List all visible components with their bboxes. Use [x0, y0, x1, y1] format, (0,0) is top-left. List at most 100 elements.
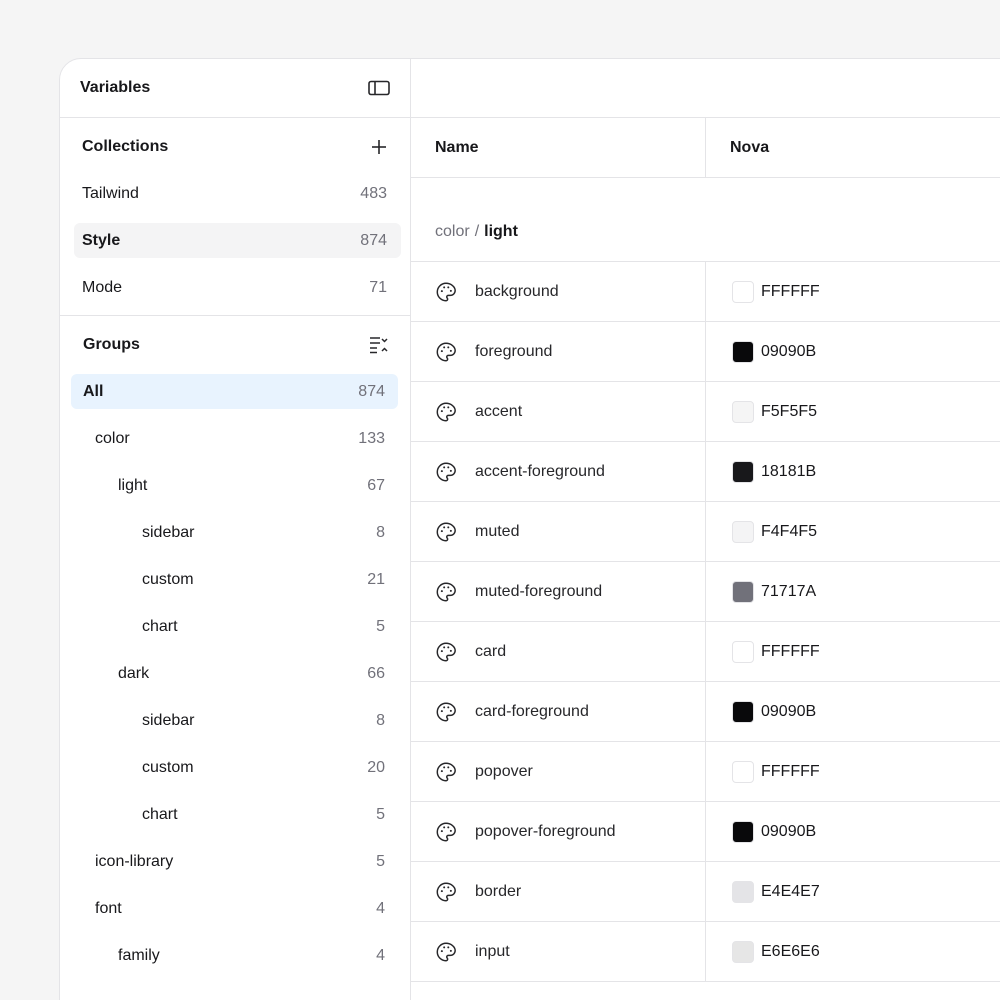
variable-name-cell[interactable]: muted	[411, 502, 706, 561]
group-label: sidebar	[142, 523, 195, 541]
group-label: chart	[142, 805, 178, 823]
color-swatch[interactable]	[732, 520, 754, 543]
variable-row[interactable]: muted-foreground 71717A	[411, 562, 1000, 622]
variable-value-cell[interactable]: 71717A	[706, 562, 816, 621]
collection-item[interactable]: Style 874	[74, 223, 401, 258]
group-label: color	[95, 429, 130, 447]
variable-value-cell[interactable]: E4E4E7	[706, 862, 820, 921]
variable-row[interactable]: input E6E6E6	[411, 922, 1000, 982]
sidebar-toggle-icon[interactable]	[367, 76, 391, 100]
color-swatch[interactable]	[732, 640, 754, 663]
variable-name-cell[interactable]: muted-foreground	[411, 562, 706, 621]
color-swatch[interactable]	[732, 460, 754, 483]
column-header-mode[interactable]: Nova	[706, 118, 769, 177]
color-swatch[interactable]	[732, 880, 754, 903]
color-swatch[interactable]	[732, 760, 754, 783]
color-swatch[interactable]	[732, 940, 754, 963]
variable-row[interactable]: muted F4F4F5	[411, 502, 1000, 562]
variable-name-cell[interactable]: border	[411, 862, 706, 921]
variable-row[interactable]: card-foreground 09090B	[411, 682, 1000, 742]
variable-row[interactable]: background FFFFFF	[411, 262, 1000, 322]
group-label: icon-library	[95, 852, 174, 870]
group-path-separator: /	[474, 223, 480, 240]
variable-name-cell[interactable]: popover	[411, 742, 706, 801]
variable-name-cell[interactable]: background	[411, 262, 706, 321]
variable-value-cell[interactable]: FFFFFF	[706, 622, 820, 681]
palette-icon	[435, 461, 475, 483]
group-item[interactable]: sidebar 8	[71, 703, 398, 738]
variable-value-cell[interactable]: 09090B	[706, 322, 816, 381]
plus-icon[interactable]	[367, 135, 391, 159]
variable-row[interactable]: popover-foreground 09090B	[411, 802, 1000, 862]
color-swatch[interactable]	[732, 700, 754, 723]
group-label: custom	[142, 758, 194, 776]
variable-name: muted	[475, 522, 520, 540]
variable-value-cell[interactable]: 09090B	[706, 682, 816, 741]
variable-row[interactable]: accent-foreground 18181B	[411, 442, 1000, 502]
variable-value-cell[interactable]: F5F5F5	[706, 382, 817, 441]
variable-value: 18181B	[761, 462, 817, 480]
variable-row[interactable]: popover FFFFFF	[411, 742, 1000, 802]
variable-value-cell[interactable]: 18181B	[706, 442, 816, 501]
variable-row[interactable]: card FFFFFF	[411, 622, 1000, 682]
color-swatch[interactable]	[732, 820, 754, 843]
variable-name-cell[interactable]: popover-foreground	[411, 802, 706, 861]
variable-name-cell[interactable]: input	[411, 922, 706, 981]
group-item[interactable]: sidebar 8	[71, 515, 398, 550]
group-item[interactable]: dark 66	[71, 656, 398, 691]
color-swatch[interactable]	[732, 340, 754, 363]
group-path-parent: color	[435, 223, 470, 240]
variable-name-cell[interactable]: foreground	[411, 322, 706, 381]
collection-label: Style	[82, 231, 121, 249]
variable-row[interactable]: accent F5F5F5	[411, 382, 1000, 442]
palette-icon	[435, 281, 475, 303]
group-item[interactable]: chart 5	[71, 797, 398, 832]
variable-value: F4F4F5	[761, 522, 818, 540]
variable-value-cell[interactable]: F4F4F5	[706, 502, 817, 561]
variable-name-cell[interactable]: card-foreground	[411, 682, 706, 741]
variable-name-cell[interactable]: card	[411, 622, 706, 681]
variable-value-cell[interactable]: FFFFFF	[706, 742, 820, 801]
group-item[interactable]: custom 20	[71, 750, 398, 785]
collection-item[interactable]: Mode 71	[74, 270, 401, 305]
group-count: 4	[376, 899, 385, 917]
collapse-list-icon[interactable]	[367, 333, 391, 357]
variables-window: Variables Collections Tailwind 483 Style 87…	[59, 58, 1000, 1000]
variable-name-cell[interactable]: accent-foreground	[411, 442, 706, 501]
group-label: chart	[142, 617, 178, 635]
group-item[interactable]: color 133	[71, 421, 398, 456]
group-item[interactable]: font 4	[71, 891, 398, 926]
variable-row[interactable]: foreground 09090B	[411, 322, 1000, 382]
variable-name: card	[475, 642, 507, 660]
color-swatch[interactable]	[732, 580, 754, 603]
variable-name: popover	[475, 762, 533, 780]
column-header-name[interactable]: Name	[411, 118, 706, 177]
palette-icon	[435, 701, 475, 723]
palette-icon	[435, 521, 475, 543]
variable-row[interactable]: border E4E4E7	[411, 862, 1000, 922]
group-path-header: color / light	[411, 178, 1000, 262]
color-swatch[interactable]	[732, 400, 754, 423]
group-item[interactable]: All 874	[71, 374, 398, 409]
group-item[interactable]: light 67	[71, 468, 398, 503]
palette-icon	[435, 761, 475, 783]
collection-item[interactable]: Tailwind 483	[74, 176, 401, 211]
group-item[interactable]: chart 5	[71, 609, 398, 644]
group-item[interactable]: icon-library 5	[71, 844, 398, 879]
group-label: sidebar	[142, 711, 195, 729]
variable-value: 09090B	[761, 822, 817, 840]
variable-value-cell[interactable]: 09090B	[706, 802, 816, 861]
group-count: 66	[367, 664, 385, 682]
variable-value-cell[interactable]: E6E6E6	[706, 922, 820, 981]
palette-icon	[435, 401, 475, 423]
collection-label: Tailwind	[82, 184, 139, 202]
groups-header: Groups	[60, 316, 410, 374]
group-item[interactable]: custom 21	[71, 562, 398, 597]
variable-name-cell[interactable]: accent	[411, 382, 706, 441]
color-swatch[interactable]	[732, 280, 754, 303]
group-count: 874	[358, 382, 385, 400]
group-label: family	[118, 946, 160, 964]
group-list: All 874 color 133 light 67 sidebar 8 custom 21 cha…	[60, 374, 410, 973]
variable-value-cell[interactable]: FFFFFF	[706, 262, 820, 321]
group-item[interactable]: family 4	[71, 938, 398, 973]
